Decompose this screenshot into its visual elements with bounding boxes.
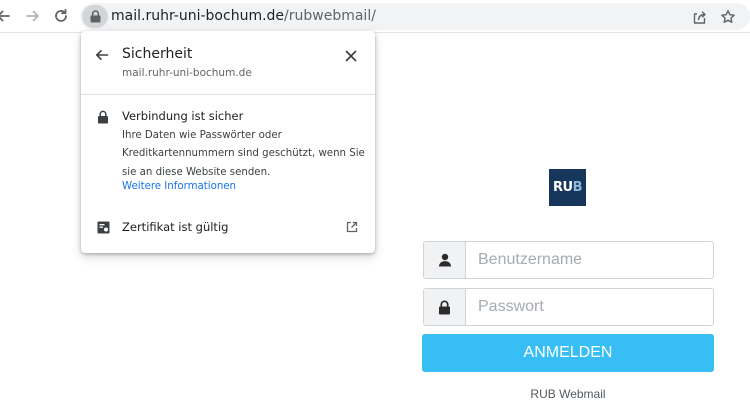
share-button[interactable] bbox=[688, 6, 710, 28]
certificate-icon bbox=[97, 221, 110, 234]
forward-button[interactable] bbox=[22, 5, 44, 27]
back-button[interactable] bbox=[0, 5, 14, 27]
close-icon bbox=[345, 50, 357, 62]
url-path: /rubwebmail/ bbox=[284, 8, 376, 24]
arrow-right-icon bbox=[26, 10, 39, 22]
logo-text-ru: RU bbox=[553, 180, 573, 195]
url-text[interactable]: mail.ruhr-uni-bochum.de/rubwebmail/ bbox=[111, 3, 376, 30]
password-addon bbox=[424, 289, 466, 325]
site-info-button[interactable] bbox=[82, 5, 108, 28]
user-icon bbox=[438, 253, 451, 267]
username-addon bbox=[424, 242, 466, 278]
security-popup: Sicherheit mail.ruhr-uni-bochum.de Verbi… bbox=[81, 31, 375, 253]
connection-description: Ihre Daten wie Passwörter oder Kreditkar… bbox=[122, 130, 365, 178]
popup-domain: mail.ruhr-uni-bochum.de bbox=[122, 67, 252, 79]
reload-icon bbox=[55, 8, 67, 22]
rub-logo: RU B bbox=[549, 169, 586, 206]
open-certificate-button[interactable] bbox=[345, 220, 359, 234]
share-icon bbox=[693, 10, 706, 24]
arrow-left-icon bbox=[96, 50, 109, 60]
login-button[interactable]: ANMELDEN bbox=[422, 334, 714, 372]
more-info-link[interactable]: Weitere Informationen bbox=[122, 181, 236, 192]
password-group bbox=[423, 288, 714, 326]
footer-label: RUB Webmail bbox=[530, 387, 606, 401]
arrow-left-icon bbox=[0, 10, 10, 22]
lock-icon bbox=[98, 110, 108, 124]
url-host: mail.ruhr-uni-bochum.de bbox=[111, 8, 285, 24]
star-icon bbox=[721, 10, 735, 23]
connection-status-title: Verbindung ist sicher bbox=[122, 109, 244, 123]
address-bar[interactable]: mail.ruhr-uni-bochum.de/rubwebmail/ bbox=[80, 3, 750, 30]
certificate-item[interactable]: Zertifikat ist gültig bbox=[122, 220, 228, 234]
lock-icon bbox=[90, 10, 100, 23]
username-group bbox=[423, 241, 714, 279]
username-input[interactable] bbox=[466, 242, 713, 278]
lock-icon bbox=[439, 300, 450, 314]
external-link-icon bbox=[346, 221, 358, 233]
popup-close-button[interactable] bbox=[341, 46, 361, 66]
popup-title: Sicherheit bbox=[122, 46, 193, 62]
logo-text-b: B bbox=[572, 180, 583, 195]
popup-divider bbox=[81, 94, 375, 95]
bookmark-button[interactable] bbox=[717, 6, 739, 28]
popup-back-button[interactable] bbox=[93, 46, 111, 64]
reload-button[interactable] bbox=[50, 5, 72, 27]
browser-toolbar: mail.ruhr-uni-bochum.de/rubwebmail/ bbox=[0, 0, 750, 33]
password-input[interactable] bbox=[466, 289, 713, 325]
